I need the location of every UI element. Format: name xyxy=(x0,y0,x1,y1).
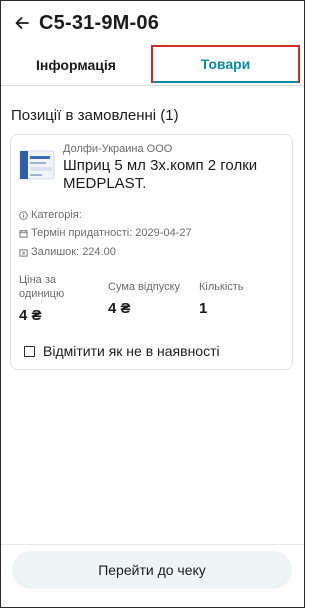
active-tab-indicator xyxy=(153,81,298,83)
order-items-heading: Позиції в замовленні (1) xyxy=(11,107,179,124)
tab-bar: Інформація Товари xyxy=(1,45,304,86)
not-available-toggle[interactable]: Відмітити як не в наявності xyxy=(24,343,220,359)
supplier-name: Долфи-Украина ООО xyxy=(63,143,173,155)
arrow-left-icon xyxy=(15,17,29,29)
not-available-label: Відмітити як не в наявності xyxy=(43,343,220,359)
product-name: Шприц 5 мл 3х.комп 2 голки MEDPLAST. xyxy=(63,157,258,192)
category-label: Категорія: xyxy=(31,209,82,221)
back-button[interactable] xyxy=(7,8,37,38)
warehouse-icon xyxy=(19,248,28,257)
stock-label: Залишок: 224.00 xyxy=(31,246,116,258)
tab-goods[interactable]: Товари xyxy=(151,45,300,83)
expiry-label: Термін придатності: 2029-04-27 xyxy=(31,227,192,239)
category-row: Категорія: xyxy=(19,209,82,221)
go-to-receipt-button[interactable]: Перейти до чеку xyxy=(12,551,292,589)
top-bar: С5-31-9М-06 xyxy=(1,1,304,45)
calendar-icon xyxy=(19,229,28,238)
unit-price-label: Ціна за одиницю xyxy=(19,274,65,300)
tab-information[interactable]: Інформація xyxy=(1,45,151,84)
sum-label: Сума відпуску xyxy=(108,281,181,293)
not-available-checkbox[interactable] xyxy=(24,345,35,357)
expiry-row: Термін придатності: 2029-04-27 xyxy=(19,227,192,239)
quantity-label: Кількість xyxy=(199,281,244,293)
stock-row: Залишок: 224.00 xyxy=(19,246,116,258)
product-thumbnail xyxy=(19,150,55,180)
order-item-card: Долфи-Украина ООО Шприц 5 мл 3х.комп 2 г… xyxy=(10,134,293,370)
footer-divider xyxy=(1,544,304,545)
app-screen: С5-31-9М-06 Інформація Товари Позиції в … xyxy=(0,0,305,608)
page-title: С5-31-9М-06 xyxy=(39,11,160,34)
quantity-value: 1 xyxy=(199,300,208,317)
info-icon xyxy=(19,210,28,220)
unit-price-value: 4 ₴ xyxy=(19,307,42,324)
sum-value: 4 ₴ xyxy=(108,300,131,317)
